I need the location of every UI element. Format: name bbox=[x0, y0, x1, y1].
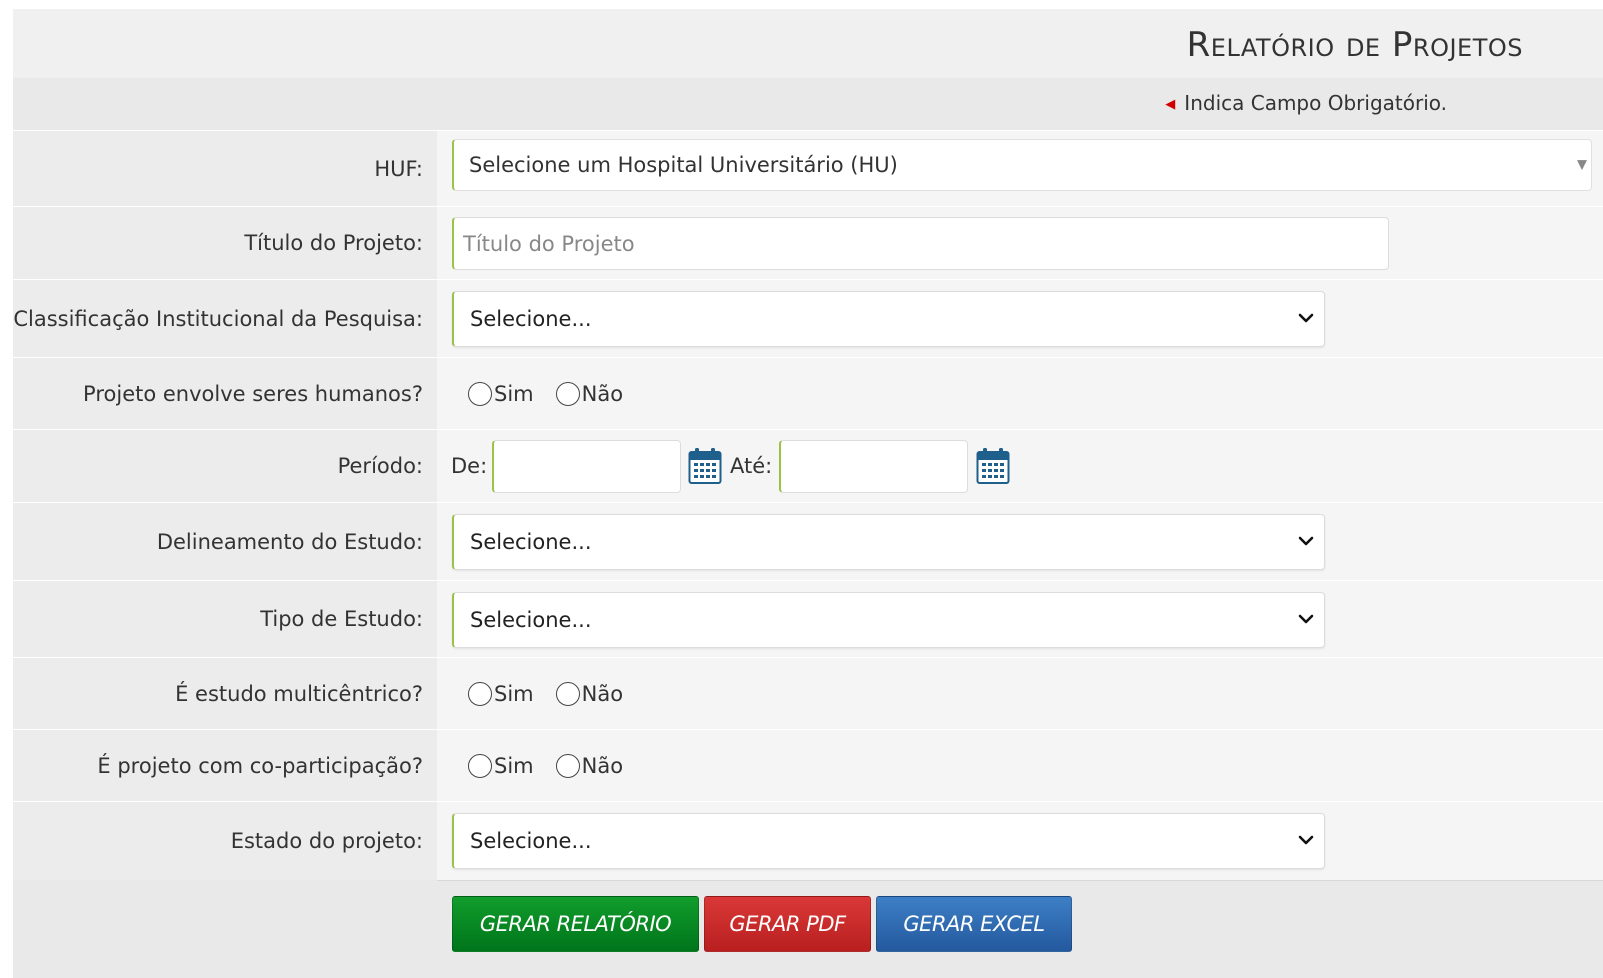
huf-label-cell: HUF: bbox=[13, 131, 437, 206]
estado-field-cell: Selecione... bbox=[437, 802, 1603, 880]
multicentrico-radio-group: Sim Não bbox=[468, 681, 645, 706]
delineamento-label: Delineamento do Estudo: bbox=[156, 529, 423, 554]
required-note: ◀ Indica Campo Obrigatório. bbox=[1165, 91, 1447, 115]
delineamento-select-value: Selecione... bbox=[470, 530, 592, 554]
coparticipacao-radio-group: Sim Não bbox=[468, 753, 645, 778]
option-label: Não bbox=[581, 681, 624, 706]
periodo-from-input[interactable] bbox=[492, 440, 681, 493]
radio-button[interactable] bbox=[468, 753, 492, 778]
seres-humanos-label-cell: Projeto envolve seres humanos? bbox=[13, 358, 437, 429]
coparticipacao-field-cell: Sim Não bbox=[437, 730, 1603, 801]
dropdown-arrow-icon[interactable]: ▼ bbox=[1577, 158, 1587, 173]
coparticipacao-label-cell: É projeto com co-participação? bbox=[13, 730, 437, 801]
delineamento-label-cell: Delineamento do Estudo: bbox=[13, 503, 437, 580]
tipo-estudo-label: Tipo de Estudo: bbox=[260, 607, 423, 631]
chevron-down-icon bbox=[1298, 313, 1314, 323]
multicentrico-label-cell: É estudo multicêntrico? bbox=[13, 658, 437, 729]
gerar-excel-button[interactable]: GERAR EXCEL bbox=[876, 896, 1072, 952]
coparticipacao-row: É projeto com co-participação? Sim Não bbox=[13, 729, 1603, 801]
huf-label: HUF: bbox=[374, 156, 423, 181]
delineamento-field-cell: Selecione... bbox=[437, 503, 1603, 580]
radio-button[interactable] bbox=[555, 681, 580, 706]
periodo-label: Período: bbox=[337, 454, 423, 478]
option-label: Não bbox=[581, 753, 624, 778]
estado-label-cell: Estado do projeto: bbox=[13, 802, 437, 880]
coparticipacao-nao-option[interactable]: Não bbox=[555, 753, 624, 778]
huf-select[interactable]: Selecione um Hospital Universitário (HU)… bbox=[452, 139, 1592, 191]
classificacao-field-cell: Selecione... bbox=[437, 280, 1603, 357]
radio-button[interactable] bbox=[555, 753, 580, 778]
action-bar-spacer bbox=[13, 880, 437, 978]
tipo-estudo-field-cell: Selecione... bbox=[437, 581, 1603, 657]
calendar-icon[interactable] bbox=[976, 447, 1010, 485]
option-label: Sim bbox=[494, 681, 534, 706]
gerar-pdf-button[interactable]: GERAR PDF bbox=[704, 896, 871, 952]
coparticipacao-label: É projeto com co-participação? bbox=[97, 753, 423, 778]
action-bar: GERAR RELATÓRIO GERAR PDF GERAR EXCEL bbox=[13, 880, 1603, 978]
classificacao-label-cell: Classificação Institucional da Pesquisa: bbox=[13, 280, 437, 357]
option-label: Sim bbox=[494, 381, 534, 406]
delineamento-select[interactable]: Selecione... bbox=[452, 514, 1325, 570]
calendar-icon[interactable] bbox=[688, 447, 722, 485]
estado-select[interactable]: Selecione... bbox=[452, 813, 1325, 869]
seres-humanos-row: Projeto envolve seres humanos? Sim Não bbox=[13, 357, 1603, 429]
huf-row: HUF: Selecione um Hospital Universitário… bbox=[13, 130, 1603, 206]
seres-humanos-sim-option[interactable]: Sim bbox=[468, 381, 534, 406]
title-bar: Relatório de Projetos bbox=[13, 9, 1603, 78]
radio-button[interactable] bbox=[468, 681, 492, 706]
periodo-to-input[interactable] bbox=[779, 440, 968, 493]
radio-button[interactable] bbox=[468, 381, 492, 406]
classificacao-select-value: Selecione... bbox=[470, 307, 592, 331]
huf-select-value: Selecione um Hospital Universitário (HU) bbox=[469, 153, 898, 177]
titulo-field-cell bbox=[437, 207, 1603, 279]
tipo-estudo-select[interactable]: Selecione... bbox=[452, 592, 1325, 648]
action-bar-buttons: GERAR RELATÓRIO GERAR PDF GERAR EXCEL bbox=[437, 880, 1603, 978]
periodo-field-cell: De: Até: bbox=[437, 430, 1603, 502]
seres-humanos-nao-option[interactable]: Não bbox=[555, 381, 624, 406]
chevron-down-icon bbox=[1298, 835, 1314, 845]
required-note-bar: ◀ Indica Campo Obrigatório. bbox=[13, 78, 1603, 130]
chevron-down-icon bbox=[1298, 614, 1314, 624]
periodo-from-label: De: bbox=[451, 454, 488, 478]
tipo-estudo-row: Tipo de Estudo: Selecione... bbox=[13, 580, 1603, 657]
titulo-input[interactable] bbox=[452, 217, 1389, 270]
report-page: Relatório de Projetos ◀ Indica Campo Obri… bbox=[13, 9, 1603, 978]
multicentrico-field-cell: Sim Não bbox=[437, 658, 1603, 729]
seres-humanos-label: Projeto envolve seres humanos? bbox=[83, 381, 423, 406]
periodo-row: Período: De: Até: bbox=[13, 429, 1603, 502]
tipo-estudo-select-value: Selecione... bbox=[470, 608, 592, 632]
coparticipacao-sim-option[interactable]: Sim bbox=[468, 753, 534, 778]
periodo-label-cell: Período: bbox=[13, 430, 437, 502]
periodo-to-label: Até: bbox=[730, 454, 773, 478]
titulo-row: Título do Projeto: bbox=[13, 206, 1603, 279]
multicentrico-row: É estudo multicêntrico? Sim Não bbox=[13, 657, 1603, 729]
estado-select-value: Selecione... bbox=[470, 829, 592, 853]
option-label: Sim bbox=[494, 753, 534, 778]
classificacao-row: Classificação Institucional da Pesquisa:… bbox=[13, 279, 1603, 357]
multicentrico-sim-option[interactable]: Sim bbox=[468, 681, 534, 706]
gerar-relatorio-button[interactable]: GERAR RELATÓRIO bbox=[452, 896, 699, 952]
required-marker-icon: ◀ bbox=[1165, 97, 1176, 112]
classificacao-label: Classificação Institucional da Pesquisa: bbox=[13, 306, 423, 331]
estado-row: Estado do projeto: Selecione... bbox=[13, 801, 1603, 880]
classificacao-select[interactable]: Selecione... bbox=[452, 291, 1325, 347]
option-label: Não bbox=[581, 381, 624, 406]
radio-button[interactable] bbox=[555, 381, 580, 406]
page-title: Relatório de Projetos bbox=[1186, 25, 1523, 65]
seres-humanos-radio-group: Sim Não bbox=[468, 381, 645, 406]
titulo-label: Título do Projeto: bbox=[244, 231, 423, 255]
multicentrico-nao-option[interactable]: Não bbox=[555, 681, 624, 706]
seres-humanos-field-cell: Sim Não bbox=[437, 358, 1603, 429]
tipo-estudo-label-cell: Tipo de Estudo: bbox=[13, 581, 437, 657]
titulo-label-cell: Título do Projeto: bbox=[13, 207, 437, 279]
estado-label: Estado do projeto: bbox=[230, 829, 423, 853]
chevron-down-icon bbox=[1298, 536, 1314, 546]
delineamento-row: Delineamento do Estudo: Selecione... bbox=[13, 502, 1603, 580]
huf-field-cell: Selecione um Hospital Universitário (HU)… bbox=[437, 131, 1603, 206]
required-note-text: Indica Campo Obrigatório. bbox=[1184, 91, 1447, 115]
multicentrico-label: É estudo multicêntrico? bbox=[175, 681, 423, 706]
